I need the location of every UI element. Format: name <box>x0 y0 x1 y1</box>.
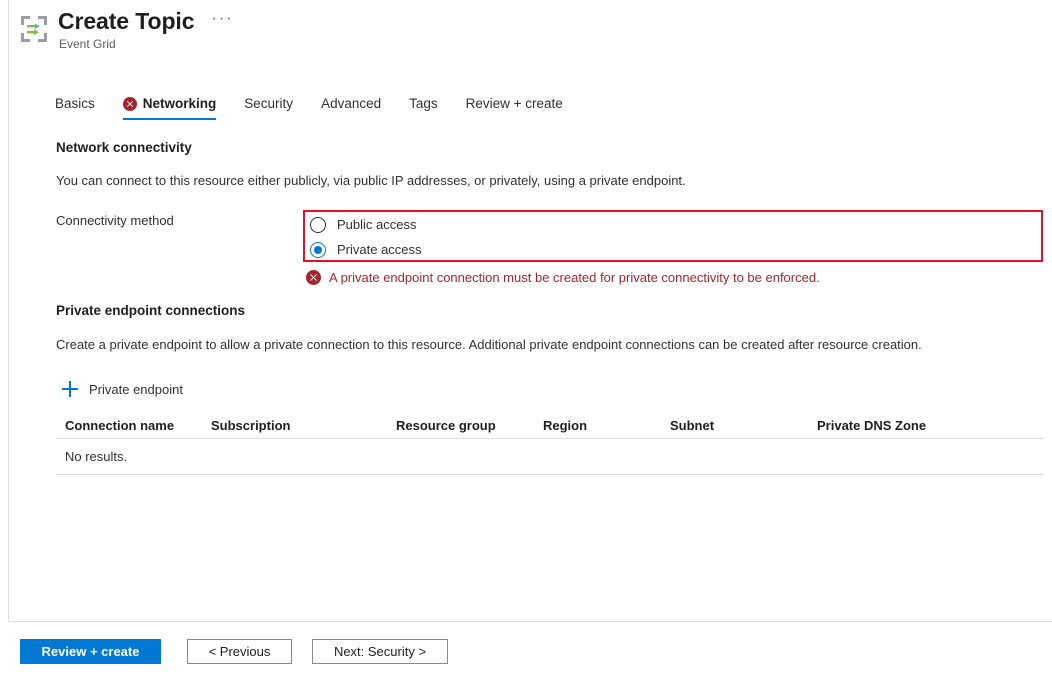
column-header-connection-name[interactable]: Connection name <box>56 418 202 433</box>
tab-label: Security <box>244 96 293 111</box>
more-options-icon[interactable]: ··· <box>211 11 233 31</box>
radio-button-icon <box>310 217 326 233</box>
radio-public-access[interactable]: Public access <box>310 212 610 237</box>
radio-label: Private access <box>337 242 422 257</box>
error-icon <box>123 97 137 111</box>
tab-networking[interactable]: Networking <box>123 96 217 120</box>
private-endpoint-connections-table: Connection name Subscription Resource gr… <box>56 412 1044 475</box>
table-row: No results. <box>56 439 1044 475</box>
create-topic-blade: Create Topic ··· Event Grid Basics Netwo… <box>0 0 1052 680</box>
column-header-region[interactable]: Region <box>534 418 661 433</box>
wizard-footer: Review + create < Previous Next: Securit… <box>20 639 448 664</box>
tab-label: Basics <box>55 96 95 111</box>
private-endpoint-connections-heading: Private endpoint connections <box>56 303 245 318</box>
private-endpoint-connections-description: Create a private endpoint to allow a pri… <box>56 337 922 352</box>
page-title: Create Topic <box>58 6 194 36</box>
add-private-endpoint-label: Private endpoint <box>89 382 183 397</box>
column-header-subnet[interactable]: Subnet <box>661 418 808 433</box>
column-header-resource-group[interactable]: Resource group <box>387 418 534 433</box>
wizard-tabs: Basics Networking Security Advanced Tags… <box>55 96 591 120</box>
table-header-row: Connection name Subscription Resource gr… <box>56 412 1044 439</box>
tab-tags[interactable]: Tags <box>409 96 438 120</box>
blade-header: Create Topic ··· Event Grid <box>0 0 1052 62</box>
radio-private-access[interactable]: Private access <box>310 237 610 262</box>
tab-review-create[interactable]: Review + create <box>466 96 563 120</box>
event-grid-topic-icon <box>19 14 49 44</box>
radio-button-selected-icon <box>310 242 326 258</box>
footer-separator <box>8 621 1052 622</box>
add-private-endpoint-button[interactable]: Private endpoint <box>62 381 183 397</box>
review-create-button[interactable]: Review + create <box>20 639 161 664</box>
connectivity-method-radio-group[interactable]: Public access Private access <box>310 212 610 262</box>
plus-icon <box>62 381 78 397</box>
tab-advanced[interactable]: Advanced <box>321 96 381 120</box>
next-security-button[interactable]: Next: Security > <box>312 639 448 664</box>
tab-label: Networking <box>143 96 217 111</box>
column-header-subscription[interactable]: Subscription <box>202 418 387 433</box>
tab-security[interactable]: Security <box>244 96 293 120</box>
empty-results-message: No results. <box>56 449 127 464</box>
blade-title-row: Create Topic ··· <box>58 6 233 36</box>
private-access-validation-message: A private endpoint connection must be cr… <box>306 270 820 285</box>
radio-label: Public access <box>337 217 416 232</box>
column-header-private-dns-zone[interactable]: Private DNS Zone <box>808 418 988 433</box>
blade-subtitle: Event Grid <box>59 37 116 51</box>
tab-label: Tags <box>409 96 438 111</box>
connectivity-method-label: Connectivity method <box>56 213 174 228</box>
tab-basics[interactable]: Basics <box>55 96 95 120</box>
previous-button[interactable]: < Previous <box>187 639 292 664</box>
tab-label: Review + create <box>466 96 563 111</box>
network-connectivity-heading: Network connectivity <box>56 140 192 155</box>
error-message-text: A private endpoint connection must be cr… <box>329 270 820 285</box>
tab-label: Advanced <box>321 96 381 111</box>
network-connectivity-description: You can connect to this resource either … <box>56 173 686 188</box>
error-icon <box>306 270 321 285</box>
blade-left-rule <box>8 0 9 622</box>
